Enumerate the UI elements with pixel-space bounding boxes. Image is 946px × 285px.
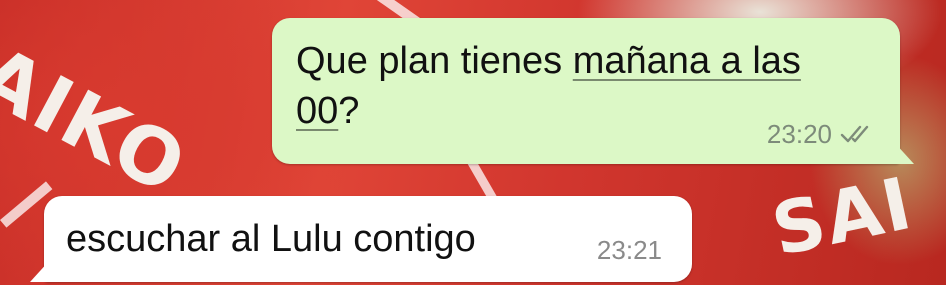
date-link[interactable]: mañana a las [573, 40, 801, 82]
message-timestamp: 23:21 [596, 235, 662, 265]
message-text-part: ? [338, 90, 360, 132]
incoming-message-bubble[interactable]: escuchar al Lulu contigo 23:21 [30, 196, 692, 282]
message-text-part: Que plan tienes [296, 40, 573, 82]
message-text: escuchar al Lulu contigo [66, 218, 476, 260]
jersey-lettering: AIKO [0, 30, 201, 214]
read-double-check-icon [840, 125, 869, 143]
outgoing-message-bubble[interactable]: Que plan tienes mañana a las 00? 23:20 [272, 18, 914, 164]
jersey-lettering: SAI [765, 160, 920, 273]
date-link[interactable]: 00 [296, 90, 338, 132]
message-timestamp: 23:20 [766, 119, 832, 149]
